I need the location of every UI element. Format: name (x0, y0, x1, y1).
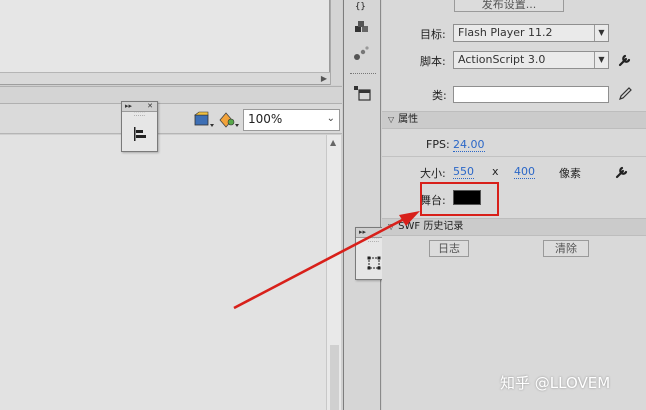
watermark: 知乎 @LLOVEM (500, 374, 611, 392)
annotation-arrow-icon (233, 211, 420, 310)
